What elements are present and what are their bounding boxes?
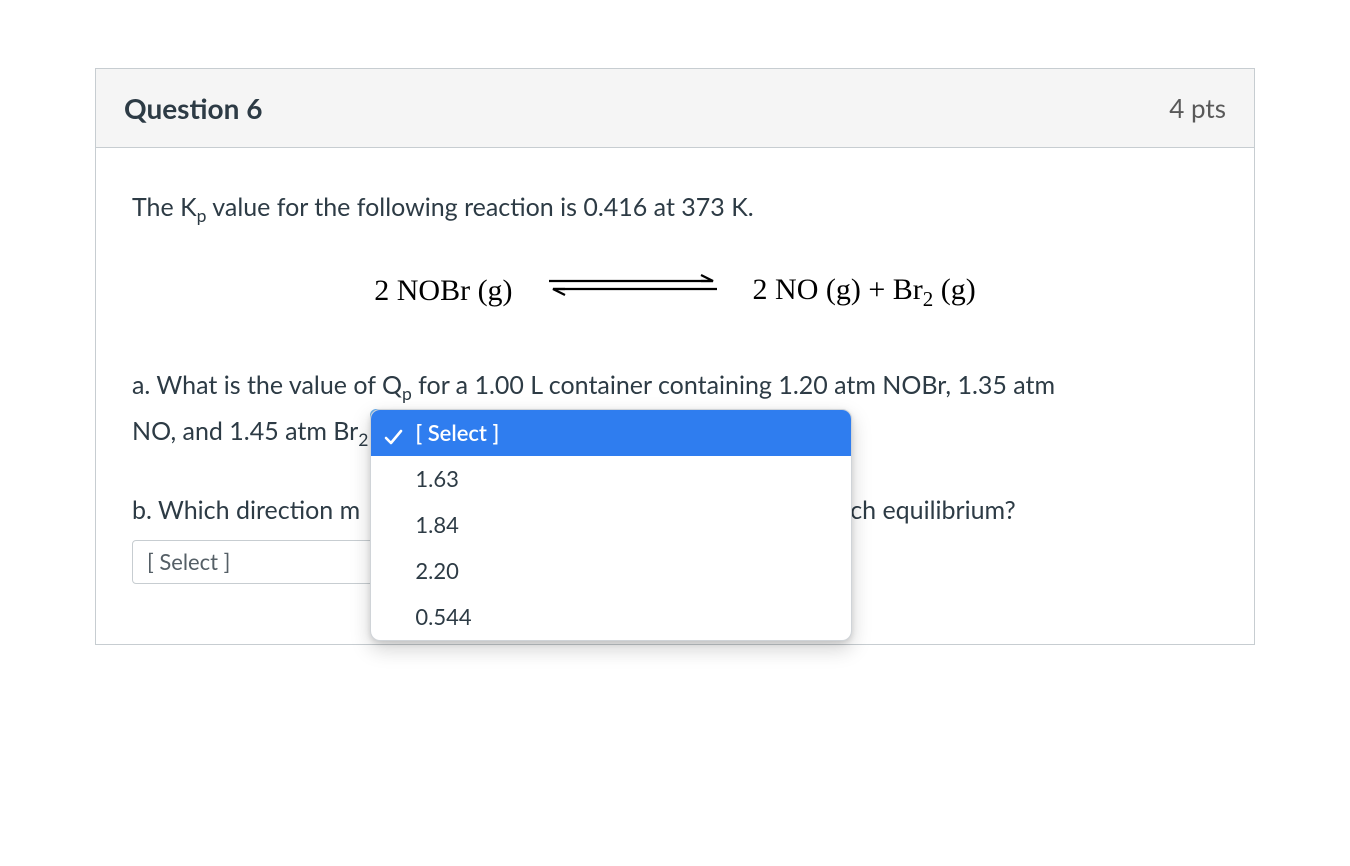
dropdown-a-option-4-label: 0.544 bbox=[415, 603, 471, 630]
equation: 2 NOBr (g) 2 NO (g) + Br2 (g) bbox=[132, 267, 1218, 316]
intro-prefix: The K bbox=[132, 192, 197, 222]
part-a-line2-prefix: NO, and 1.45 atm Br2 bbox=[132, 412, 368, 453]
dropdown-a-option-3-label: 2.20 bbox=[415, 557, 458, 584]
dropdown-a-option-1-label: 1.63 bbox=[415, 465, 458, 492]
equation-right: 2 NO (g) + Br2 (g) bbox=[753, 267, 976, 316]
equation-right-pre: 2 NO (g) + Br bbox=[753, 273, 923, 306]
dropdown-a-option-4[interactable]: 0.544 bbox=[371, 594, 851, 640]
question-header: Question 6 4 pts bbox=[96, 69, 1254, 148]
part-a-line1: a. What is the value of Qp for a 1.00 L … bbox=[132, 366, 1218, 407]
equation-right-post: (g) bbox=[933, 273, 975, 306]
part-a-line2-text: NO, and 1.45 atm Br bbox=[132, 416, 358, 446]
dropdown-a-option-2-label: 1.84 bbox=[415, 511, 458, 538]
dropdown-a-option-selected[interactable]: [ Select ] bbox=[371, 410, 851, 456]
part-a-sub: p bbox=[402, 383, 412, 404]
check-icon bbox=[383, 422, 403, 442]
equation-left: 2 NOBr (g) bbox=[374, 268, 512, 315]
select-widget-a: [ Select ] [ bbox=[372, 411, 842, 455]
question-body: The Kp value for the following reaction … bbox=[96, 148, 1254, 644]
intro-subscript: p bbox=[197, 205, 207, 226]
intro-suffix: value for the following reaction is 0.41… bbox=[206, 192, 753, 222]
part-a-suffix: for a 1.00 L container containing 1.20 a… bbox=[412, 370, 1055, 400]
part-a-line2-sub: 2 bbox=[358, 429, 368, 450]
dropdown-a-option-3[interactable]: 2.20 bbox=[371, 548, 851, 594]
question-points: 4 pts bbox=[1169, 92, 1226, 124]
equilibrium-arrow-icon bbox=[543, 268, 723, 315]
dropdown-a-option-1[interactable]: 1.63 bbox=[371, 456, 851, 502]
dropdown-b-value: [ Select ] bbox=[147, 545, 230, 579]
equation-right-sub: 2 bbox=[923, 287, 934, 311]
question-title: Question 6 bbox=[124, 91, 262, 125]
part-a-prefix: a. What is the value of Q bbox=[132, 370, 402, 400]
page: Question 6 4 pts The Kp value for the fo… bbox=[0, 0, 1350, 866]
dropdown-a-menu: [ Select ] 1.63 1.84 2.20 0.544 bbox=[370, 409, 852, 641]
part-b-text-right: ch equilibrium? bbox=[850, 491, 1016, 530]
part-a-line2: NO, and 1.45 atm Br2 [ Select ] bbox=[132, 411, 1218, 455]
question-card: Question 6 4 pts The Kp value for the fo… bbox=[95, 68, 1255, 645]
part-b-text-left: b. Which direction m bbox=[132, 491, 360, 530]
dropdown-a-option-2[interactable]: 1.84 bbox=[371, 502, 851, 548]
intro-text: The Kp value for the following reaction … bbox=[132, 188, 1218, 229]
dropdown-a-option-0-label: [ Select ] bbox=[415, 419, 499, 446]
